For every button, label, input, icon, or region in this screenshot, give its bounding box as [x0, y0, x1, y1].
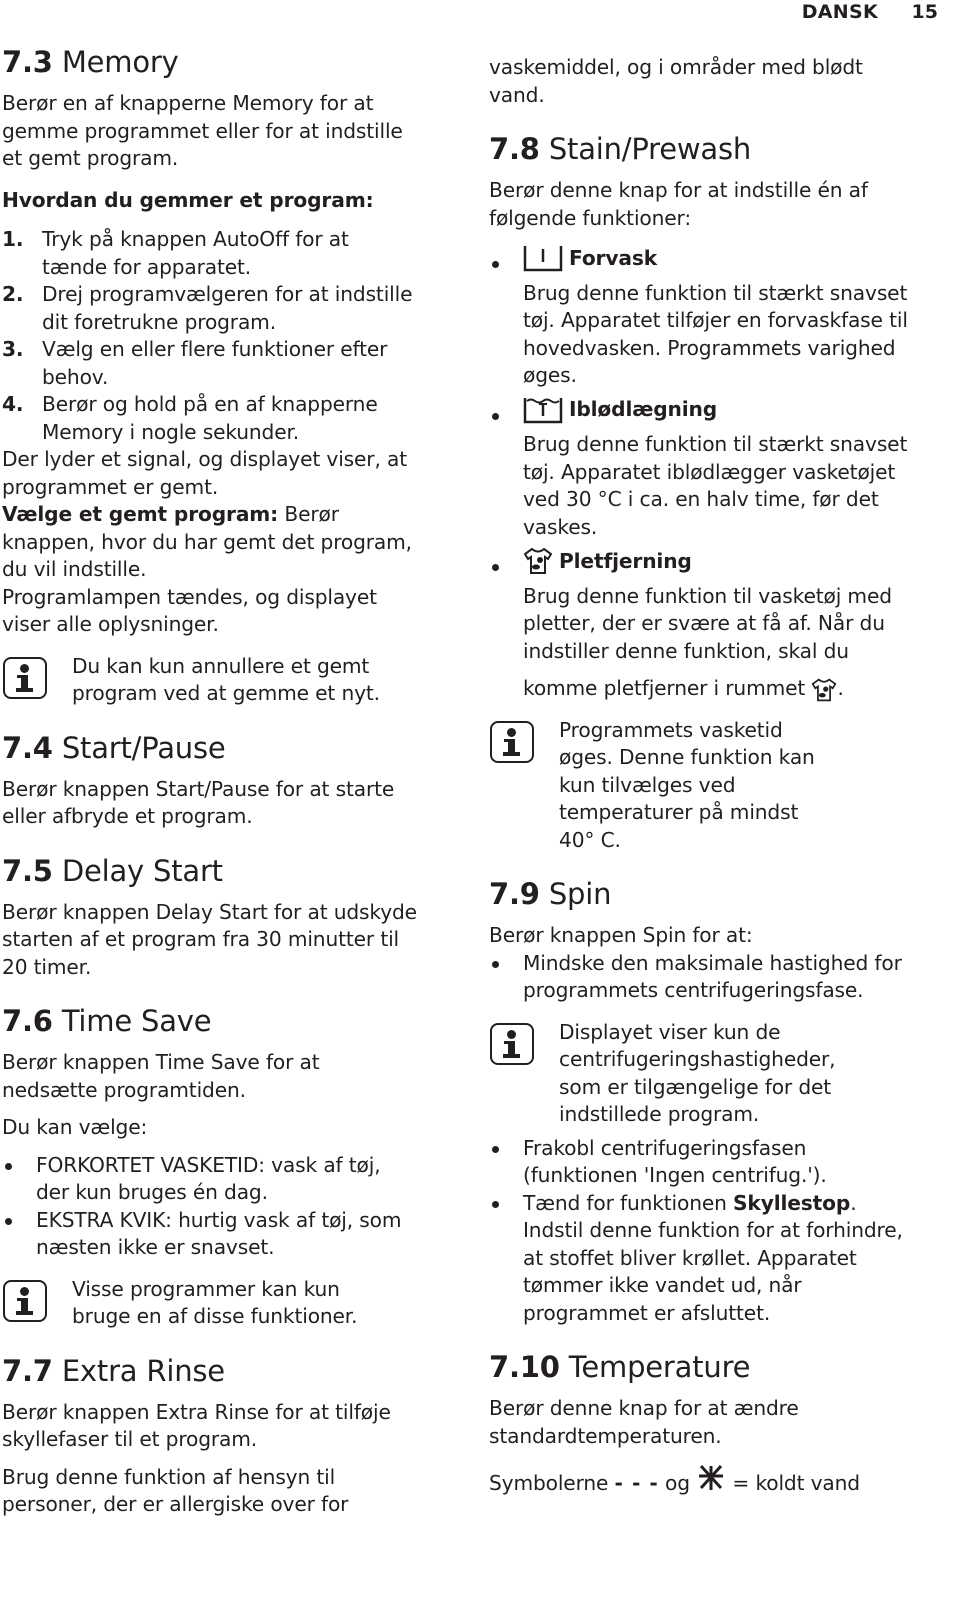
paragraph: Berør knappen Delay Start for at udskyde… [2, 899, 417, 979]
info-icon [490, 720, 534, 763]
section-time-save: 7.6 Time Save Berør knappen Time Save fo… [2, 1003, 468, 1331]
paragraph: vaskemiddel, og i områder med blødt vand. [489, 55, 863, 107]
spin-list: Mindske den maksimale hastighed for progr… [489, 950, 949, 1005]
section-memory: 7.3 Memory Berør en af knapperne Memory … [2, 44, 468, 708]
page-number: 15 [911, 1, 938, 23]
section-heading: 7.4 Start/Pause [2, 730, 226, 765]
section-stain-prewash: 7.8 Stain/Prewash Berør denne knap for a… [489, 131, 949, 854]
section-heading: 7.10 Temperature [489, 1350, 751, 1384]
paragraph: Berør en af knapperne Memory for at gemme… [2, 91, 403, 170]
list-item: Forvask Brug denne funktion til stærkt s… [489, 238, 949, 390]
paragraph: Programlampen tændes, og displayet viser … [2, 584, 377, 637]
info-icon [3, 1279, 47, 1322]
dashes-symbol: - - - [614, 1471, 659, 1495]
running-header: DANSK 15 [0, 0, 960, 24]
list-item: FORKORTET VASKETID: vask af tøj, der kun … [2, 1152, 468, 1207]
stain-icon [523, 547, 553, 574]
info-note: Du kan kun annullere et gemt program ved … [2, 653, 468, 708]
section-heading: 7.8 Stain/Prewash [489, 132, 752, 166]
bullet-icon [5, 1217, 12, 1225]
spin-list-2: Frakobl centrifugeringsfasen (funktionen … [489, 1135, 949, 1328]
list-item: 1. Tryk på knappen AutoOff for at tænde fo… [2, 227, 349, 279]
section-start-pause: 7.4 Start/Pause Berør knappen Start/Paus… [2, 730, 468, 831]
paragraph: Berør knappen Time Save for at nedsætte p… [2, 1050, 320, 1102]
section-temperature: 7.10 Temperature Berør denne knap for at… [489, 1349, 949, 1498]
list-item: Iblødlægning Brug denne funktion til stæ… [489, 390, 949, 542]
cold-water-icon [699, 1464, 724, 1490]
paragraph: Vælge et gemt program: Berør knappen, hvo… [2, 502, 412, 581]
paragraph: Der lyder et signal, og displayet viser,… [2, 447, 407, 499]
section-heading: 7.6 Time Save [2, 1004, 212, 1038]
paragraph: Berør knappen Start/Pause for at starte e… [2, 776, 395, 829]
info-icon [3, 656, 47, 699]
list-item: 2. Drej programvælgeren for at indstille d… [2, 282, 413, 334]
paragraph: Brug denne funktion af hensyn til persone… [2, 1464, 349, 1517]
bullet-icon [492, 261, 499, 268]
section-heading: 7.5 Delay Start [2, 853, 223, 888]
section-extra-rinse: 7.7 Extra Rinse Berør knappen Extra Rins… [2, 1353, 468, 1519]
prewash-icon [523, 246, 563, 272]
list-item: EKSTRA KVIK: hurtig vask af tøj, som næst… [2, 1207, 468, 1262]
section-heading: 7.9 Spin [489, 877, 612, 911]
list-item: Mindske den maksimale hastighed for progr… [489, 950, 949, 1005]
options-list: FORKORTET VASKETID: vask af tøj, der kun … [2, 1152, 468, 1262]
list-item: Tænd for funktionen Skyllestop. Indstil d… [489, 1190, 949, 1328]
info-note: Visse programmer kan kun bruge en af diss… [2, 1276, 468, 1331]
paragraph: Du kan vælge: [2, 1115, 148, 1139]
bullet-icon [492, 564, 499, 571]
right-column: vaskemiddel, og i områder med blødt vand.… [489, 54, 949, 1498]
list-item: 4. Berør og hold på en af knapperne Memory… [2, 392, 378, 444]
info-note: Displayet viser kun de centrifugeringshas… [489, 1019, 949, 1129]
paragraph: Berør knappen Spin for at: [489, 923, 753, 947]
list-item: 3. Vælg en eller flere funktioner efter be… [2, 337, 388, 389]
soak-icon [523, 397, 563, 423]
section-spin: 7.9 Spin Berør knappen Spin for at: Mind… [489, 876, 949, 1327]
bullet-icon [492, 960, 499, 968]
info-note: Programmets vasketid øges. Denne funktion… [489, 717, 949, 855]
info-icon [490, 1022, 534, 1065]
paragraph: Berør knappen Extra Rinse for at tilføje… [2, 1399, 391, 1452]
steps-list: 1. Tryk på knappen AutoOff for at tænde fo… [2, 226, 468, 446]
paragraph: Symbolerne - - - og = koldt vand [489, 1464, 949, 1498]
left-column: 7.3 Memory Berør en af knapperne Memory … [2, 44, 468, 1519]
bullet-icon [492, 1145, 499, 1153]
section-heading: 7.3 Memory [2, 45, 179, 79]
paragraph: Berør denne knap for at indstille én af f… [489, 178, 868, 230]
section-heading: 7.7 Extra Rinse [2, 1353, 225, 1388]
list-item: Frakobl centrifugeringsfasen (funktionen … [489, 1135, 949, 1190]
stain-icon [812, 678, 837, 701]
bullet-icon [5, 1162, 12, 1170]
language-label: DANSK [801, 1, 878, 23]
bullet-icon [492, 412, 499, 420]
paragraph: Berør denne knap for at ændre standardtem… [489, 1396, 799, 1448]
subheading: Hvordan du gemmer et program: [2, 187, 374, 212]
functions-list: Forvask Brug denne funktion til stærkt s… [489, 238, 949, 703]
list-item: Pletfjerning Brug denne funktion til vas… [489, 541, 949, 703]
bullet-icon [492, 1200, 499, 1208]
section-delay-start: 7.5 Delay Start Berør knappen Delay Star… [2, 853, 468, 982]
